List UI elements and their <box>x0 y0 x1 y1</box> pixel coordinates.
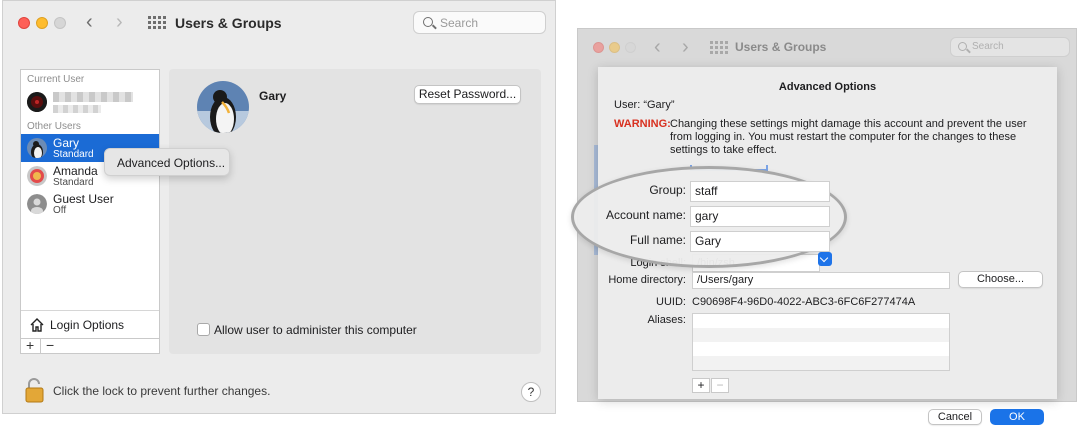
redacted-name <box>53 92 133 102</box>
close-button[interactable] <box>18 17 30 29</box>
search-icon <box>958 42 967 51</box>
group-label: Group: <box>649 183 686 197</box>
section-other-users: Other Users <box>27 121 81 132</box>
advanced-options-menu-item[interactable]: Advanced Options... <box>117 156 225 170</box>
user-detail-panel: Gary Reset Password... Allow user to adm… <box>169 69 541 354</box>
sheet-title: Advanced Options <box>778 81 877 93</box>
aliases-list[interactable] <box>692 313 950 371</box>
back-chevron-icon[interactable]: ‹ <box>86 11 93 33</box>
user-full-name: Gary <box>259 89 287 103</box>
penguin-avatar <box>27 138 47 158</box>
forward-chevron-icon[interactable]: › <box>116 11 123 33</box>
full-name-field[interactable]: Gary <box>690 231 830 252</box>
group-field[interactable]: staff <box>690 181 830 202</box>
list-item[interactable] <box>693 328 949 342</box>
choose-button[interactable]: Choose... <box>958 271 1043 288</box>
login-options-item[interactable]: Login Options <box>21 310 159 338</box>
show-all-grid-icon[interactable] <box>148 16 166 29</box>
show-all-grid-icon[interactable] <box>710 41 728 54</box>
list-item[interactable] <box>693 314 949 328</box>
aliases-label: Aliases: <box>647 314 686 326</box>
window-title: Users & Groups <box>735 40 827 54</box>
user-role: Standard <box>53 177 94 188</box>
users-groups-window: ‹ › Users & Groups Search Current User O… <box>2 0 556 414</box>
login-options-label: Login Options <box>50 318 125 332</box>
minimize-button[interactable] <box>36 17 48 29</box>
guest-avatar-icon <box>27 194 47 214</box>
zoom-button[interactable] <box>625 42 636 53</box>
cancel-button[interactable]: Cancel <box>928 409 982 425</box>
back-chevron-icon[interactable]: ‹ <box>654 36 661 58</box>
account-name-label: Account name: <box>605 208 686 222</box>
full-name-label: Full name: <box>629 233 686 247</box>
admin-checkbox[interactable] <box>197 323 210 336</box>
home-directory-label: Home directory: <box>608 274 686 286</box>
user-row-current[interactable] <box>21 88 159 116</box>
user-name: Guest User <box>53 192 114 206</box>
forward-chevron-icon[interactable]: › <box>682 36 689 58</box>
lock-icon[interactable] <box>25 377 45 406</box>
remove-alias-button[interactable]: − <box>711 378 729 393</box>
uuid-label: UUID: <box>656 296 686 308</box>
list-item[interactable] <box>693 342 949 356</box>
user-list: Current User Other Users Gary Standard A… <box>20 69 160 354</box>
reset-password-button[interactable]: Reset Password... <box>414 85 521 104</box>
help-button[interactable]: ? <box>521 382 541 402</box>
penguin-avatar[interactable] <box>197 81 249 133</box>
context-menu: Advanced Options... <box>104 148 230 176</box>
title-bar: ‹ › Users & Groups Search <box>578 29 1076 67</box>
user-role: Standard <box>53 149 94 160</box>
chevron-down-icon[interactable] <box>818 252 832 266</box>
home-directory-field[interactable]: /Users/gary <box>692 272 950 289</box>
search-placeholder: Search <box>440 16 479 30</box>
avatar <box>27 92 47 112</box>
search-placeholder: Search <box>972 41 1004 52</box>
title-bar: ‹ › Users & Groups Search <box>3 1 555 45</box>
user-role: Off <box>53 205 67 216</box>
warning-message: Changing these settings might damage thi… <box>670 118 1027 156</box>
warning-label: WARNING: <box>614 118 671 130</box>
remove-user-button[interactable]: − <box>46 337 54 353</box>
search-input[interactable]: Search <box>413 11 546 34</box>
add-remove-controls: + − <box>20 337 160 354</box>
user-name: Amanda <box>53 164 98 178</box>
redacted-role <box>53 105 101 113</box>
account-name-field[interactable]: gary <box>690 206 830 227</box>
add-user-button[interactable]: + <box>26 337 34 353</box>
ok-button[interactable]: OK <box>990 409 1044 425</box>
uuid-value: C90698F4-96D0-4022-ABC3-6FC6F277474A <box>692 296 916 308</box>
window-title: Users & Groups <box>175 15 282 31</box>
divider <box>40 339 41 353</box>
close-button[interactable] <box>593 42 604 53</box>
admin-checkbox-label: Allow user to administer this computer <box>214 323 417 337</box>
search-input[interactable]: Search <box>950 37 1070 57</box>
alias-add-remove: + − <box>692 378 730 393</box>
user-row-guest[interactable]: Guest User Off <box>21 190 159 218</box>
lock-message: Click the lock to prevent further change… <box>53 384 271 398</box>
section-current-user: Current User <box>27 74 85 85</box>
add-alias-button[interactable]: + <box>692 378 710 393</box>
minimize-button[interactable] <box>609 42 620 53</box>
list-item[interactable] <box>693 356 949 370</box>
search-icon <box>423 17 433 27</box>
house-icon <box>29 317 45 336</box>
user-line: User: “Gary” <box>614 99 675 111</box>
avatar <box>27 166 47 186</box>
zoom-button[interactable] <box>54 17 66 29</box>
user-name: Gary <box>53 136 80 150</box>
